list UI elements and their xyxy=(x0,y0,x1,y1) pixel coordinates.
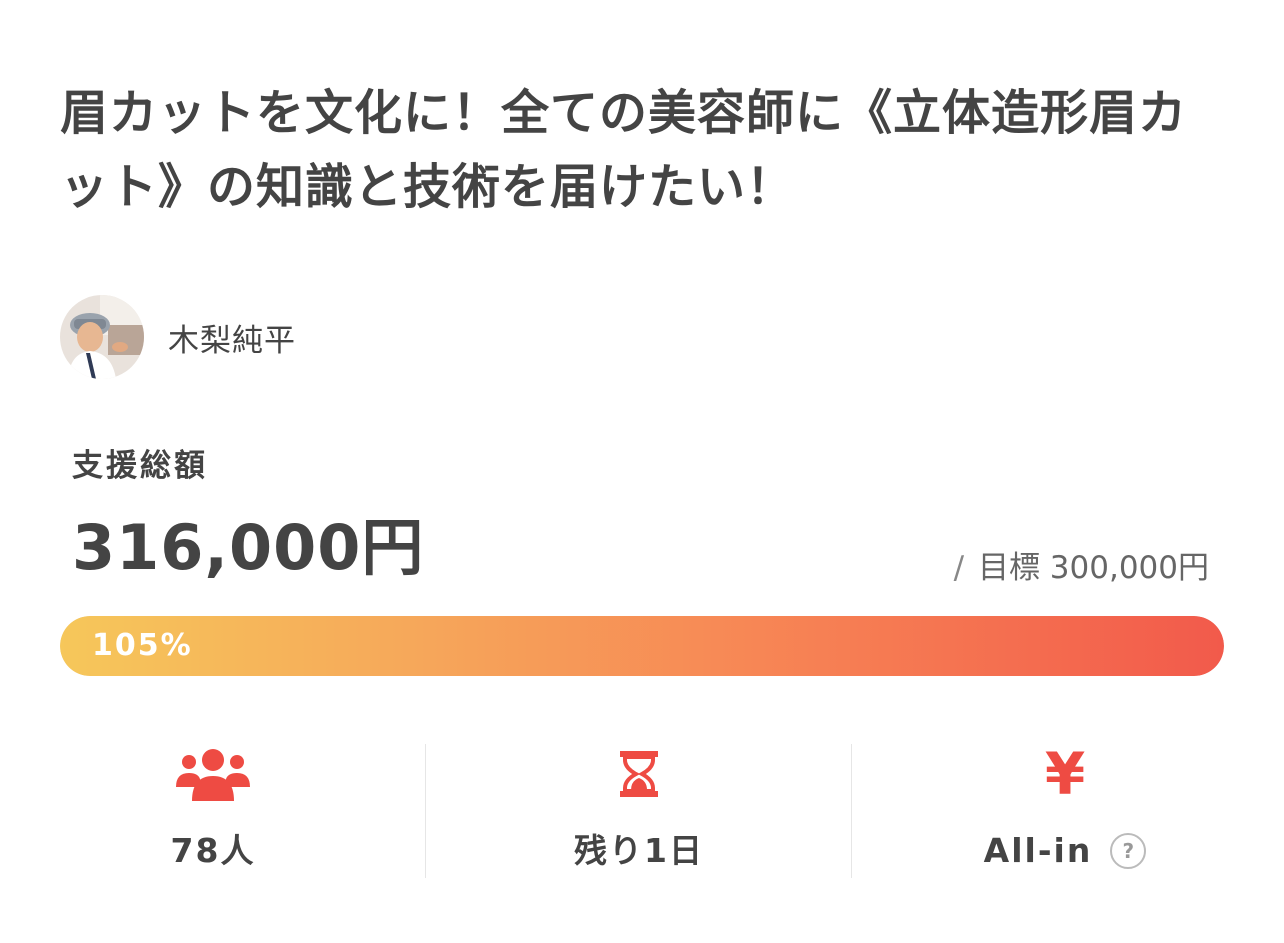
progress-fill xyxy=(60,616,1224,676)
hourglass-icon xyxy=(619,744,659,804)
goal-label: 目標 300,000円 xyxy=(977,550,1209,586)
stat-supporters: 78人 xyxy=(0,744,426,880)
yen-icon: ¥ xyxy=(1044,740,1086,808)
owner-avatar[interactable] xyxy=(60,295,144,379)
goal-slash: / xyxy=(953,550,965,586)
help-icon[interactable]: ? xyxy=(1110,833,1147,869)
goal-amount: / 目標 300,000円 xyxy=(954,546,1209,590)
total-amount: 316,000円 xyxy=(72,511,425,584)
people-icon xyxy=(176,744,250,804)
stat-remaining: 残り1日 xyxy=(426,744,852,880)
funding-type: All-in? xyxy=(852,826,1278,876)
supporters-count: 78人 xyxy=(170,831,256,870)
funding-type-label: All-in xyxy=(983,831,1093,870)
owner-name[interactable]: 木梨純平 xyxy=(168,315,296,360)
progress-bar: 105% xyxy=(60,616,1224,676)
stat-type: ¥ All-in? xyxy=(852,744,1278,880)
stats-row: 78人 残り1日 ¥ All-in? xyxy=(0,744,1284,880)
remaining-days: 残り1日 xyxy=(574,831,704,870)
total-label: 支援総額 xyxy=(72,448,208,484)
avatar-photo-icon xyxy=(60,295,144,379)
project-title: 眉カットを文化に！全ての美容師に《立体造形眉カット》の知識と技術を届けたい！ xyxy=(60,85,1188,215)
progress-percent: 105% xyxy=(92,628,193,663)
project-owner[interactable]: 木梨純平 xyxy=(60,294,296,380)
